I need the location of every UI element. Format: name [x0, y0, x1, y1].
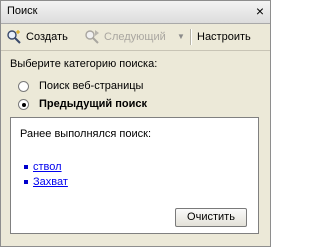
history-panel: Ранее выполнялся поиск: ствол Захват Очи… [10, 117, 259, 234]
next-label: Следующий [104, 31, 166, 43]
radio-button[interactable] [18, 81, 29, 92]
chevron-down-icon[interactable]: ▼ [177, 28, 187, 46]
category-prompt: Выберите категорию поиска: [10, 58, 158, 70]
create-button[interactable]: Создать [6, 28, 74, 46]
title-bar: Поиск × [1, 1, 270, 24]
search-new-icon [7, 30, 21, 44]
settings-button[interactable]: Настроить [197, 28, 257, 46]
toolbar: Создать Следующий ▼ Настроить [1, 24, 270, 51]
history-link[interactable]: ствол [33, 161, 62, 173]
history-link[interactable]: Захват [33, 176, 68, 188]
search-content: Выберите категорию поиска: Поиск веб-стр… [1, 51, 270, 246]
history-caption: Ранее выполнялся поиск: [20, 128, 152, 140]
next-button[interactable]: Следующий [84, 28, 169, 46]
history-list: ствол Захват [24, 160, 68, 190]
list-item: ствол [24, 160, 68, 175]
search-next-icon [85, 30, 99, 44]
settings-label: Настроить [197, 31, 251, 43]
create-label: Создать [26, 31, 68, 43]
close-icon[interactable]: × [256, 4, 264, 18]
clear-button[interactable]: Очистить [175, 208, 247, 227]
pane-title: Поиск [7, 5, 38, 17]
search-pane: Поиск × Создать Следующий ▼ Настроить Вы… [0, 0, 271, 247]
toolbar-separator [190, 29, 192, 45]
radio-label-previous: Предыдущий поиск [39, 98, 147, 110]
list-item: Захват [24, 175, 68, 190]
radio-button-selected[interactable] [18, 99, 29, 110]
radio-label-web: Поиск веб-страницы [39, 80, 144, 92]
